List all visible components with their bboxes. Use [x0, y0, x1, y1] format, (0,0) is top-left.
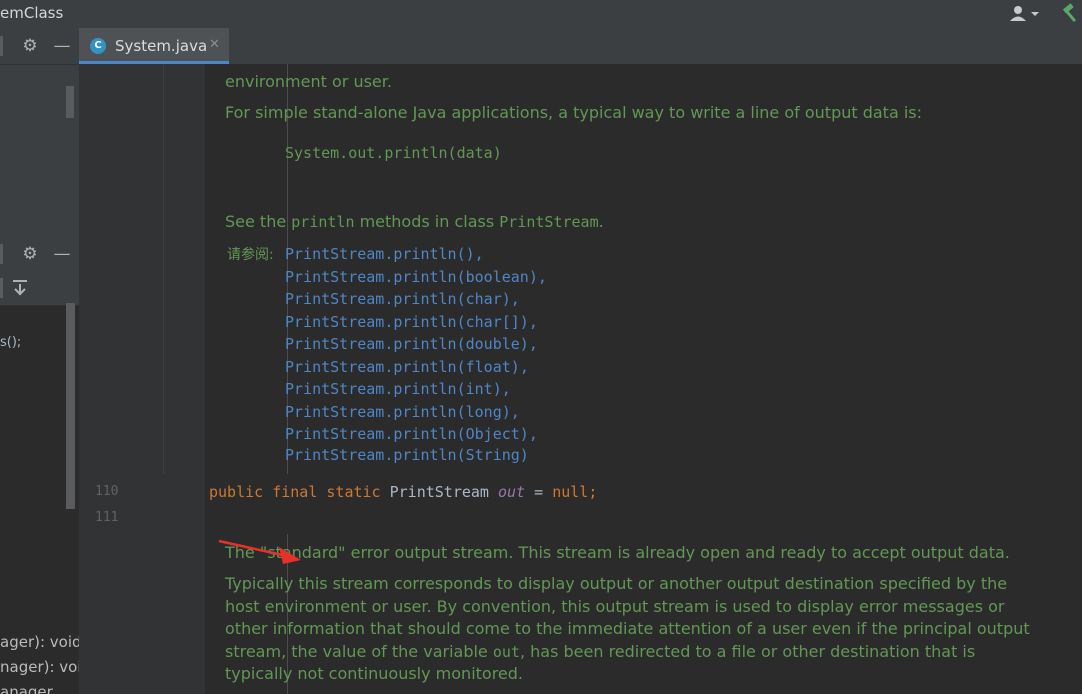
structure-item[interactable]: anager — [0, 683, 53, 694]
panel-header-top: ⚙ — — [0, 28, 79, 65]
tab-label: System.java — [115, 37, 208, 55]
scrollbar[interactable] — [66, 303, 75, 509]
tab-system-java[interactable]: C System.java ✕ — [79, 28, 229, 64]
doc-text: The "standard" error output stream. This… — [225, 543, 1010, 562]
doc-text: host environment or user. By convention,… — [225, 597, 1005, 616]
pin-down-icon[interactable] — [10, 278, 30, 298]
gear-icon[interactable]: ⚙ — [20, 36, 40, 56]
code-line-110[interactable]: public final static PrintStream out = nu… — [209, 483, 597, 501]
window-title: emClass — [0, 4, 64, 22]
see-also-item: PrintStream.println(char[]), — [285, 313, 538, 331]
see-also-item: PrintStream.println(String) — [285, 446, 529, 464]
see-also-item: PrintStream.println(char), — [285, 290, 520, 308]
annotation-arrow — [218, 539, 301, 564]
panel-header-structure: ⚙ — — [0, 236, 79, 273]
fold-guide — [163, 64, 164, 474]
close-icon[interactable]: ✕ — [209, 37, 220, 52]
gutter — [79, 64, 205, 694]
doc-code-example: System.out.println(data) — [285, 144, 502, 162]
doc-text: Typically this stream corresponds to dis… — [225, 574, 1008, 593]
see-also-item: PrintStream.println(), — [285, 245, 484, 263]
minus-icon[interactable]: — — [52, 36, 72, 56]
code-fragment: s(); — [0, 335, 22, 350]
left-tool-panel: ⚙ — ⚙ — s(); ager): void nager): voi ana… — [0, 28, 79, 694]
see-also-link[interactable]: PrintStream.println(String) — [285, 446, 529, 464]
see-also-link[interactable]: PrintStream.println(char) — [285, 290, 511, 308]
see-also-link[interactable]: PrintStream.println(boolean) — [285, 268, 538, 286]
java-class-icon: C — [90, 38, 106, 54]
doc-see-line: See the println methods in class PrintSt… — [225, 212, 604, 231]
gear-icon[interactable]: ⚙ — [20, 244, 40, 264]
see-also-link[interactable]: PrintStream.println(char[]) — [285, 313, 529, 331]
see-also-link[interactable]: PrintStream.println(long) — [285, 403, 511, 421]
editor-tab-bar: C System.java ✕ — [79, 28, 1082, 65]
see-also-link[interactable]: PrintStream.println(float) — [285, 358, 520, 376]
structure-item[interactable]: nager): voi — [0, 658, 79, 676]
user-icon[interactable] — [1008, 4, 1044, 24]
structure-item[interactable]: ager): void — [0, 633, 79, 651]
minus-icon[interactable]: — — [52, 244, 72, 264]
see-also-label: 请参阅: — [227, 247, 274, 263]
see-also-item: PrintStream.println(float), — [285, 358, 529, 376]
see-also-item: PrintStream.println(boolean), — [285, 268, 547, 286]
structure-toolbar — [0, 272, 79, 306]
doc-text: environment or user. — [225, 72, 392, 91]
code-editor[interactable]: 110 111 environment or user. For simple … — [79, 64, 1082, 694]
line-number: 110 — [95, 484, 119, 499]
panel-edge — [0, 36, 8, 56]
see-also-link[interactable]: PrintStream.println() — [285, 245, 475, 263]
see-also-item: PrintStream.println(long), — [285, 403, 520, 421]
see-also-link[interactable]: PrintStream.println(int) — [285, 380, 502, 398]
panel-edge — [0, 244, 8, 264]
title-bar: emClass — [0, 0, 1082, 28]
panel-edge — [0, 278, 8, 298]
see-also-link[interactable]: PrintStream.println(double) — [285, 335, 529, 353]
doc-text: typically not continuously monitored. — [225, 664, 524, 683]
doc-text: stream, the value of the variable out, h… — [225, 642, 976, 661]
doc-text: other information that should come to th… — [225, 619, 1030, 638]
hammer-icon[interactable] — [1060, 3, 1082, 25]
scrollbar[interactable] — [66, 86, 74, 118]
see-also-item: PrintStream.println(Object), — [285, 425, 538, 443]
see-also-item: PrintStream.println(double), — [285, 335, 538, 353]
line-number: 111 — [95, 510, 119, 525]
see-also-link[interactable]: PrintStream.println(Object) — [285, 425, 529, 443]
doc-text: For simple stand-alone Java applications… — [225, 103, 923, 122]
see-also-item: PrintStream.println(int), — [285, 380, 511, 398]
